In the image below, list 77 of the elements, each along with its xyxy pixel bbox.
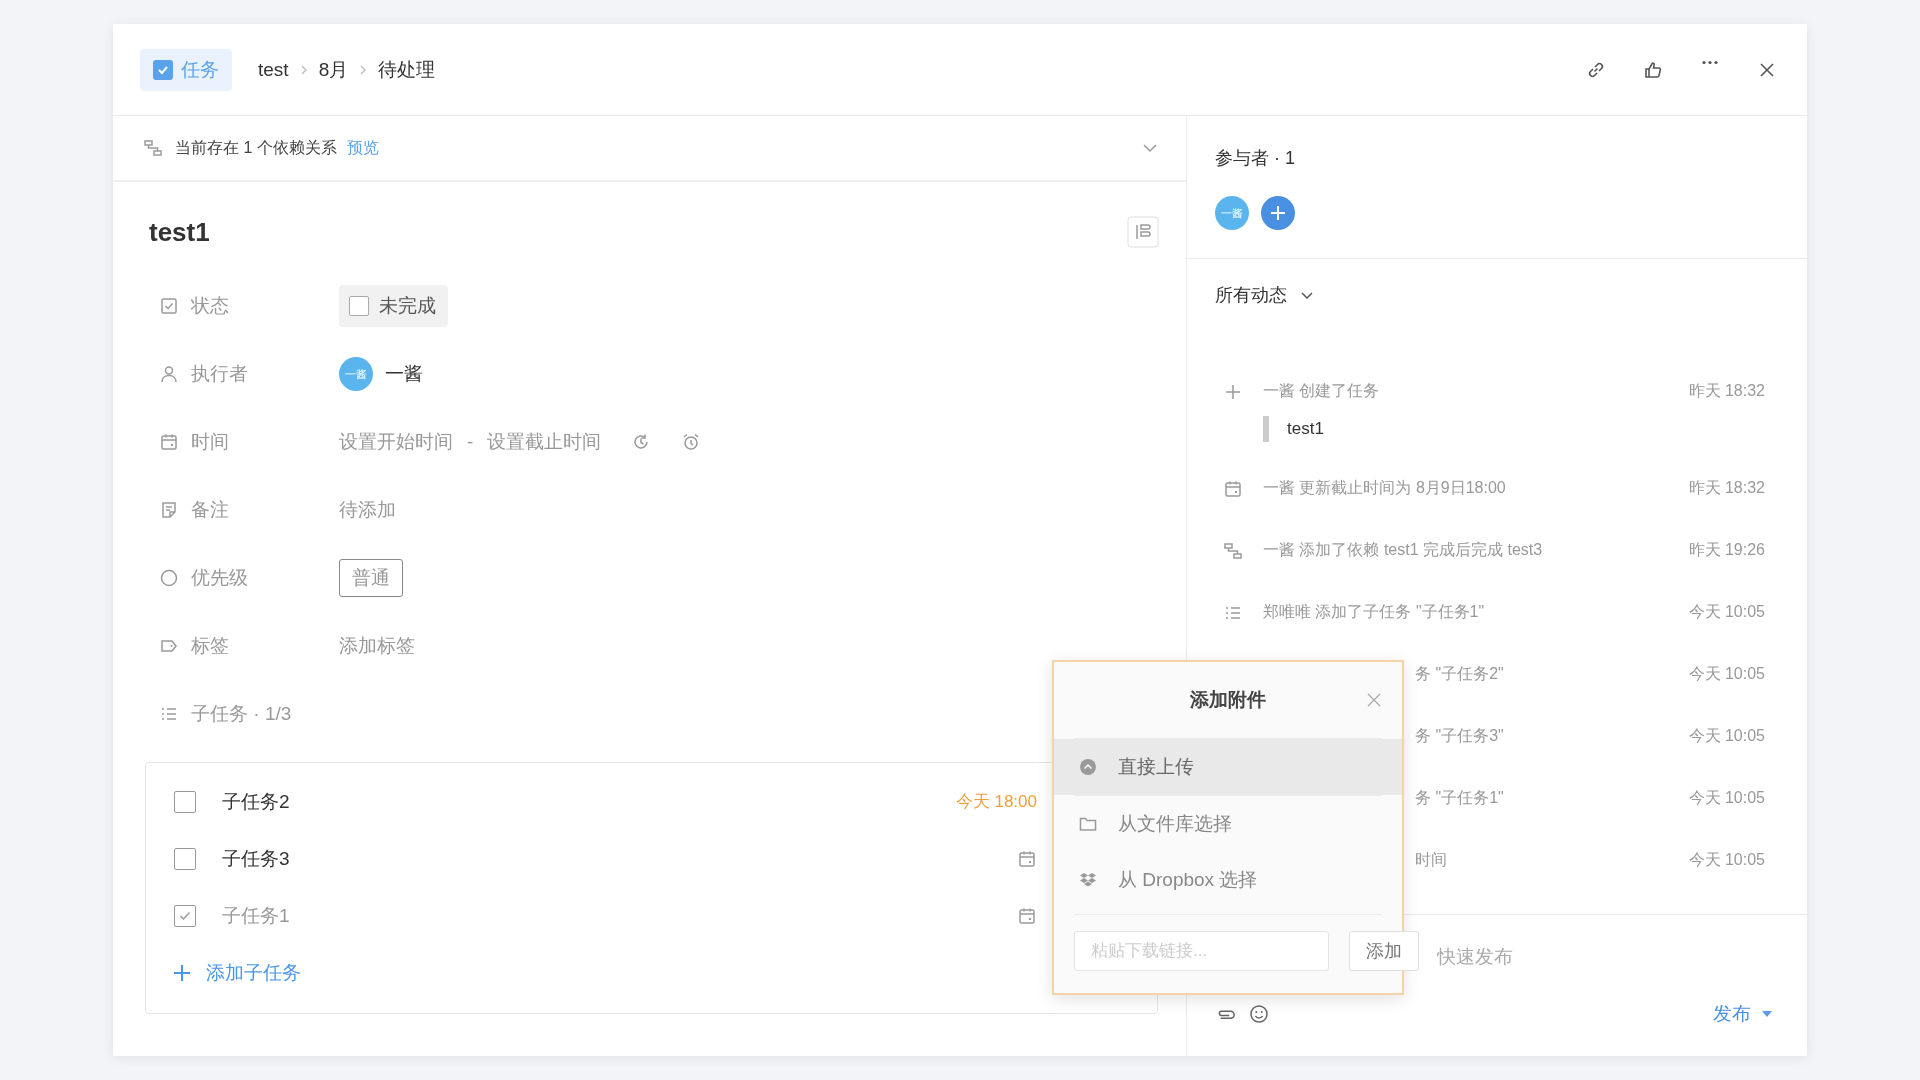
breadcrumb-link[interactable]: 8月 [318,56,349,83]
field-label: 优先级 [191,566,249,590]
smiley-icon [1249,1004,1269,1024]
activity-time: 今天 10:05 [1688,664,1765,684]
activity-text: 务 "子任务2" [1414,664,1504,684]
calendar-icon [159,432,179,452]
menu-item[interactable]: 直接上传 [1054,739,1402,795]
subtask-title[interactable]: 子任务1 [222,902,290,929]
subtasks-label: 子任务 · 1/3 [191,702,293,726]
note-link[interactable]: 待添加 [339,497,396,523]
plus-icon [1223,382,1243,402]
more-icon [1700,59,1720,65]
field-label: 状态 [191,294,230,318]
outline-icon [1127,216,1159,248]
field-label: 执行者 [191,362,249,386]
dependency-text: 当前存在 1 个依赖关系 [175,138,337,156]
thumbs-up-icon [1643,59,1663,80]
comment-input[interactable]: 快速发布 [1435,945,1639,969]
popup-title: 添加附件 [1190,688,1266,712]
checkbox-icon [159,296,179,316]
task-title[interactable]: test1 [149,216,210,248]
plus-icon [1269,204,1287,222]
note-icon [159,500,179,520]
checkbox[interactable] [174,790,196,813]
activity-time: 今天 10:05 [1688,602,1765,622]
breadcrumb-link[interactable]: test [258,58,289,81]
activity-time: 今天 10:05 [1688,850,1765,870]
checkbox[interactable] [174,904,196,927]
upload-icon [1078,757,1098,777]
activity-text: 一酱 更新截止时间为 8月9日18:00 [1263,478,1506,498]
person-icon [159,364,179,384]
add-tag-link[interactable]: 添加标签 [339,633,415,659]
subtask-title[interactable]: 子任务3 [222,845,290,872]
due-date[interactable]: 今天 18:00 [955,790,1037,813]
activity-text: 一酱 添加了依赖 test1 完成后完成 test3 [1263,540,1543,560]
dependency-icon [1223,541,1243,561]
quoted-text: test1 [1263,416,1765,442]
add-subtask-button[interactable]: 添加子任务 [146,944,307,1001]
start-time-link[interactable]: 设置开始时间 [339,429,453,455]
activity-text: 务 "子任务3" [1414,726,1504,746]
add-button[interactable]: 添加 [1349,931,1419,971]
activity-time: 昨天 18:32 [1688,478,1765,498]
avatar[interactable]: 一酱 [339,357,373,391]
publish-button[interactable]: 发布 [1713,1001,1777,1027]
field-label: 时间 [191,430,230,454]
activity-time: 昨天 18:32 [1688,381,1765,401]
activity-filter[interactable]: 所有动态 [1187,259,1345,307]
activity-text: 一酱 创建了任务 [1263,381,1380,401]
calendar-icon [1223,479,1243,499]
add-participant-button[interactable] [1261,196,1295,230]
participants-title: 参与者 · 1 [1215,147,1296,170]
circle-icon [159,568,179,588]
field-label: 备注 [191,498,230,522]
subtask-title[interactable]: 子任务2 [222,788,290,815]
plus-icon [172,962,192,983]
breadcrumb-link[interactable]: 待处理 [378,56,436,83]
activity-time: 今天 10:05 [1688,788,1765,808]
status-toggle[interactable]: 未完成 [339,285,448,327]
activity-time: 今天 10:05 [1688,726,1765,746]
menu-item[interactable]: 从 Dropbox 选择 [1054,852,1402,908]
checkbox[interactable] [174,847,196,870]
time-separator: - [467,431,474,453]
task-type-tag[interactable]: 任务 [140,48,232,91]
panel-toggle-button[interactable] [1127,216,1159,248]
activity-text: 务 "子任务1" [1414,788,1504,808]
activity-text: 郑唯唯 添加了子任务 "子任务1" [1263,602,1485,622]
priority-button[interactable]: 普通 [339,559,403,597]
assignee-name[interactable]: 一酱 [385,361,423,387]
menu-item[interactable]: 从文件库选择 [1054,796,1402,852]
avatar[interactable]: 一酱 [1215,196,1249,230]
emoji-button[interactable] [1249,1004,1269,1024]
preview-link[interactable]: 预览 [346,137,379,159]
activity-text: 时间 [1414,850,1447,870]
dependency-icon [143,138,163,158]
due-time-link[interactable]: 设置截止时间 [487,429,602,455]
activity-time: 昨天 19:26 [1688,540,1765,560]
field-label: 标签 [191,634,230,658]
